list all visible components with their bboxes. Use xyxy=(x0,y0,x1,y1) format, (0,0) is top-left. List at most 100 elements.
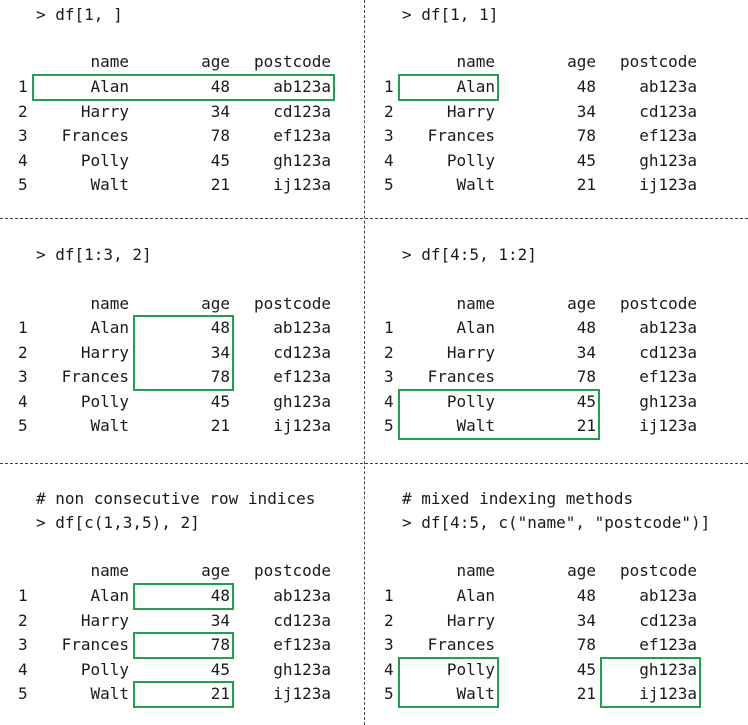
selection-highlight-box xyxy=(398,656,499,708)
command-text: > df[1, ] xyxy=(36,5,123,24)
cell-postcode: ab123a xyxy=(273,318,331,337)
header-age: age xyxy=(201,52,230,71)
cell-age: 78 xyxy=(576,635,596,655)
divider-horizontal-bottom xyxy=(0,463,748,464)
cell-name: Alan xyxy=(90,318,129,337)
cell-age: 45 xyxy=(210,150,230,170)
selection-highlight-box xyxy=(398,74,499,101)
header-name: name xyxy=(456,52,495,71)
cell-age: 21 xyxy=(210,416,230,436)
command-text: > df[1:3, 2] xyxy=(36,245,152,264)
cell-age: 78 xyxy=(576,126,596,146)
cell-postcode: ef123a xyxy=(639,126,697,146)
cell-postcode: ab123a xyxy=(639,77,697,96)
cell-name: Frances xyxy=(61,367,129,387)
divider-vertical xyxy=(364,0,365,725)
cell-name: Harry xyxy=(80,101,129,121)
cell-age: 21 xyxy=(576,684,596,704)
cell-name: Frances xyxy=(427,367,495,387)
cell-postcode: ij123a xyxy=(273,416,331,436)
cell-age: 48 xyxy=(576,586,596,605)
cell-postcode: ij123a xyxy=(639,175,697,195)
cell-postcode: cd123a xyxy=(273,342,331,362)
cell-age: 48 xyxy=(576,318,596,337)
header-age: age xyxy=(567,294,596,313)
cell-name: Walt xyxy=(456,175,495,195)
cell-name: Frances xyxy=(61,126,129,146)
cell-postcode: gh123a xyxy=(639,391,697,411)
command-text: > df[4:5, c("name", "postcode")] xyxy=(402,513,711,532)
cell-postcode: ab123a xyxy=(273,586,331,605)
header-age: age xyxy=(567,561,596,580)
cell-age: 34 xyxy=(576,101,596,121)
cell-postcode: ij123a xyxy=(639,416,697,436)
header-age: age xyxy=(567,52,596,71)
cell-name: Alan xyxy=(456,318,495,337)
cell-postcode: ef123a xyxy=(273,367,331,387)
cell-age: 21 xyxy=(210,175,230,195)
cell-name: Alan xyxy=(90,586,129,605)
cell-age: 34 xyxy=(576,610,596,630)
cell-postcode: ij123a xyxy=(273,175,331,195)
header-postcode: postcode xyxy=(619,561,697,580)
header-name: name xyxy=(90,294,129,313)
cell-name: Frances xyxy=(61,635,129,655)
header-age: age xyxy=(201,561,230,580)
cell-name: Polly xyxy=(80,659,129,679)
header-postcode: postcode xyxy=(619,52,697,71)
header-name: name xyxy=(90,52,129,71)
cell-age: 45 xyxy=(576,150,596,170)
cell-postcode: ef123a xyxy=(639,635,697,655)
divider-horizontal-top xyxy=(0,218,748,219)
header-name: name xyxy=(456,294,495,313)
cell-name: Polly xyxy=(80,391,129,411)
cell-name: Frances xyxy=(427,635,495,655)
cell-age: 48 xyxy=(576,77,596,96)
cell-postcode: ef123a xyxy=(639,367,697,387)
cell-age: 21 xyxy=(576,175,596,195)
cell-name: Alan xyxy=(456,586,495,605)
header-postcode: postcode xyxy=(253,294,331,313)
cell-postcode: ef123a xyxy=(273,126,331,146)
cell-name: Harry xyxy=(446,101,495,121)
header-postcode: postcode xyxy=(619,294,697,313)
cell-age: 45 xyxy=(210,659,230,679)
comment-text: # non consecutive row indices xyxy=(36,489,316,508)
selection-highlight-box xyxy=(32,74,335,101)
cell-postcode: ab123a xyxy=(639,586,697,605)
header-age: age xyxy=(201,294,230,313)
cell-age: 45 xyxy=(576,659,596,679)
cell-postcode: gh123a xyxy=(273,150,331,170)
header-postcode: postcode xyxy=(253,561,331,580)
command-text: > df[4:5, 1:2] xyxy=(402,245,537,264)
command-text: > df[c(1,3,5), 2] xyxy=(36,513,200,532)
cell-name: Walt xyxy=(90,175,129,195)
header-postcode: postcode xyxy=(253,52,331,71)
cell-age: 34 xyxy=(210,610,230,630)
cell-age: 78 xyxy=(576,367,596,387)
cell-postcode: gh123a xyxy=(273,659,331,679)
cell-name: Harry xyxy=(446,610,495,630)
cell-postcode: ef123a xyxy=(273,635,331,655)
selection-highlight-box xyxy=(600,656,701,708)
command-text: > df[1, 1] xyxy=(402,5,499,24)
cell-postcode: cd123a xyxy=(273,610,331,630)
cell-age: 34 xyxy=(210,101,230,121)
selection-highlight-box xyxy=(398,388,600,440)
cell-age: 34 xyxy=(576,342,596,362)
cell-name: Walt xyxy=(90,684,129,704)
selection-highlight-box xyxy=(133,681,234,708)
header-name: name xyxy=(456,561,495,580)
cell-name: Polly xyxy=(80,150,129,170)
cell-postcode: ij123a xyxy=(273,684,331,704)
cell-age: 78 xyxy=(210,126,230,146)
cell-postcode: cd123a xyxy=(273,101,331,121)
cell-postcode: gh123a xyxy=(273,391,331,411)
cell-name: Harry xyxy=(446,342,495,362)
cell-postcode: gh123a xyxy=(639,150,697,170)
cell-name: Polly xyxy=(446,150,495,170)
cell-postcode: cd123a xyxy=(639,342,697,362)
selection-highlight-box xyxy=(133,632,234,659)
cell-name: Walt xyxy=(90,416,129,436)
header-name: name xyxy=(90,561,129,580)
